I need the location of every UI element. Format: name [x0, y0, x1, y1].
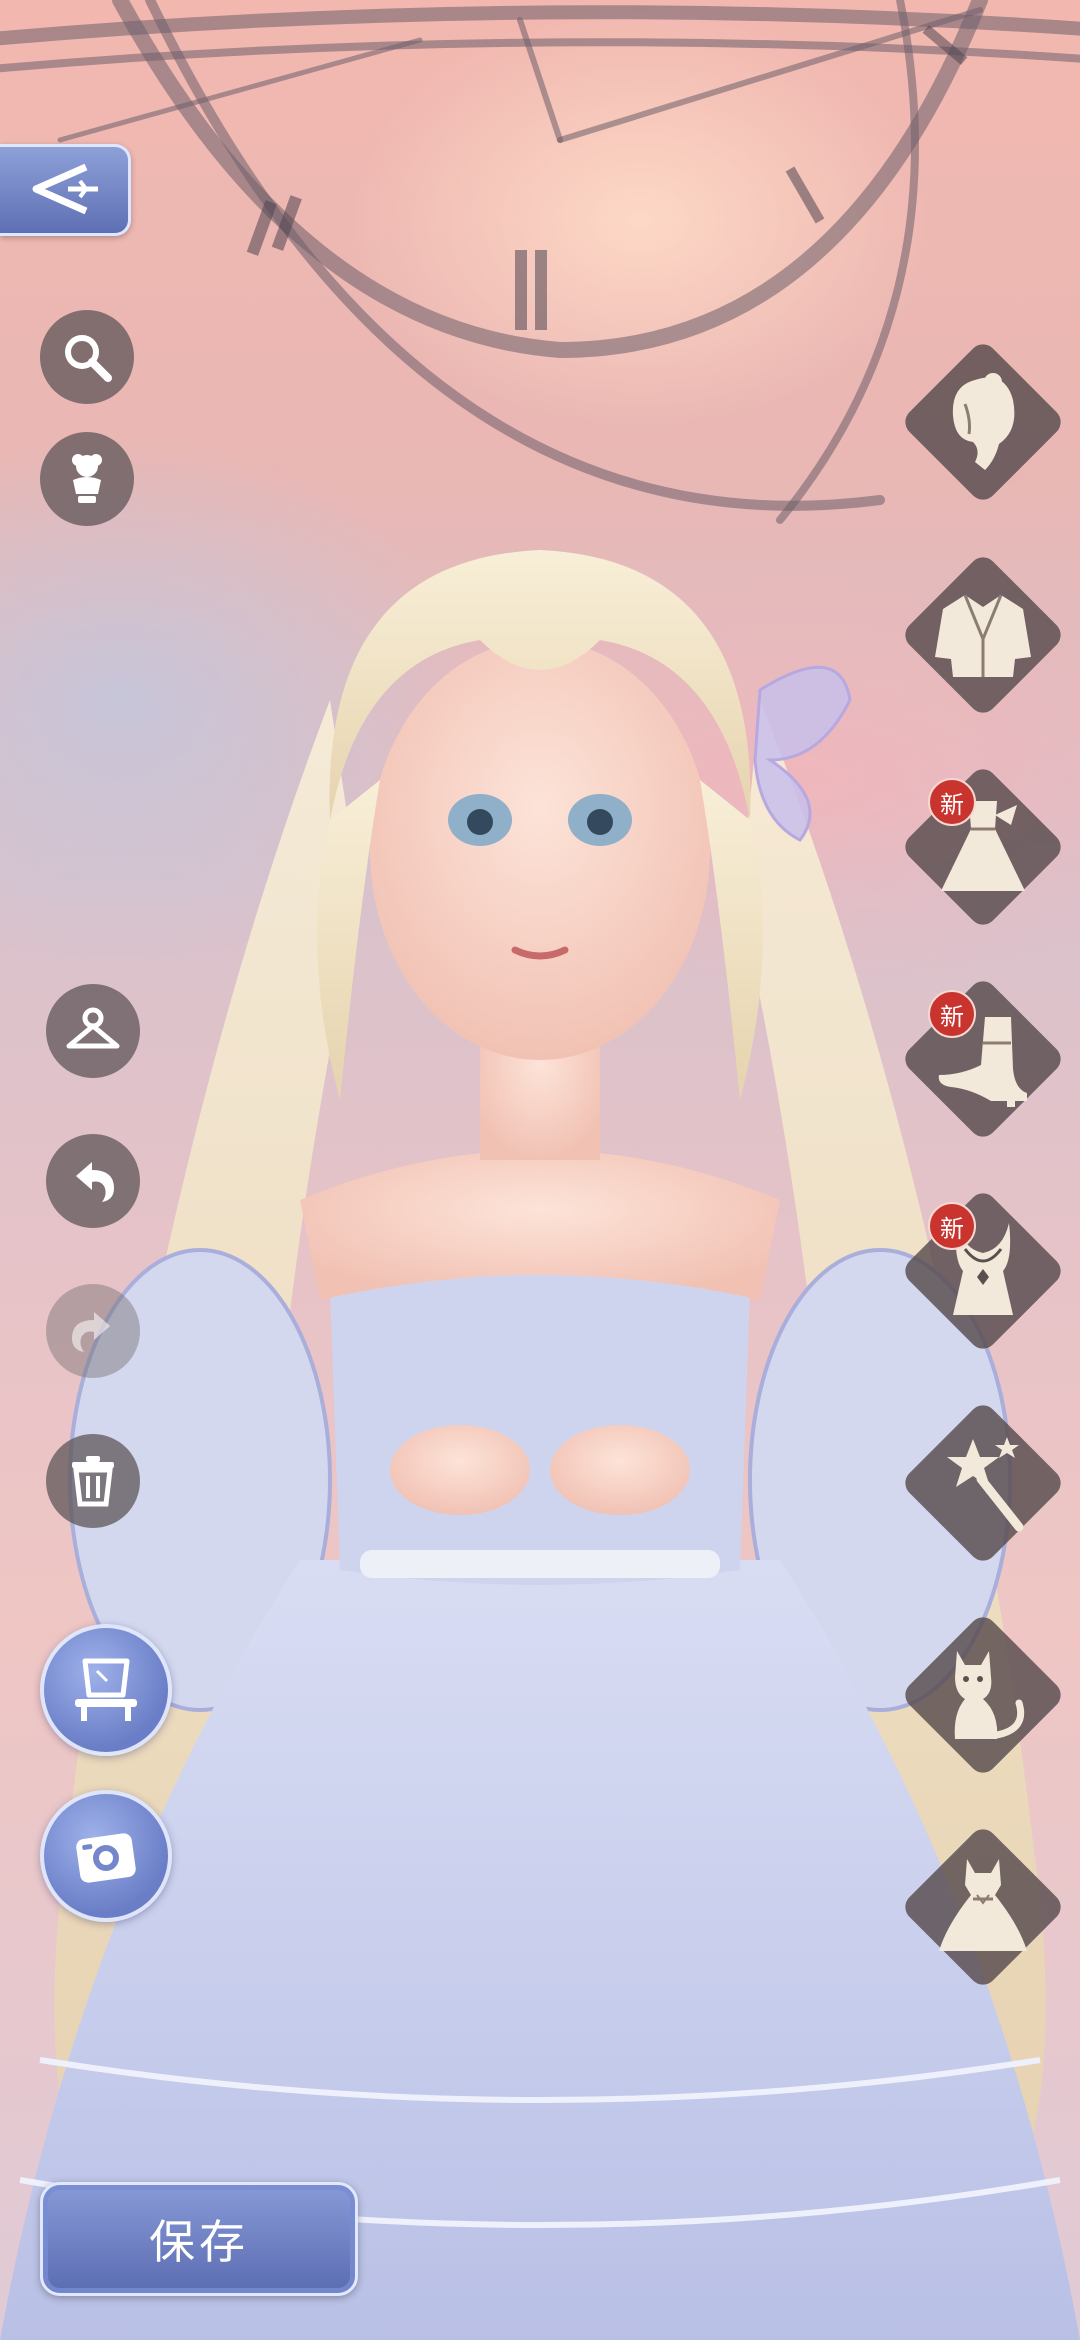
save-button[interactable]: 保存 [40, 2182, 358, 2296]
delete-button[interactable] [46, 1434, 140, 1528]
redo-icon [72, 1312, 110, 1352]
camera-button[interactable] [40, 1790, 172, 1922]
hair-icon [906, 345, 1060, 499]
search-button[interactable] [40, 310, 134, 404]
category-shoes[interactable]: 新 [899, 975, 1074, 1150]
new-badge: 新 [928, 1202, 976, 1250]
cat-icon [906, 1618, 1060, 1772]
category-dress[interactable]: 新 [899, 763, 1074, 938]
back-button[interactable] [0, 144, 131, 236]
undo-button[interactable] [46, 1134, 140, 1228]
trash-icon [72, 1456, 114, 1507]
redo-button[interactable] [46, 1284, 140, 1378]
wand-icon [906, 1406, 1060, 1560]
category-necklace[interactable]: 新 [899, 1187, 1074, 1362]
new-badge: 新 [928, 990, 976, 1038]
category-pet[interactable] [899, 1611, 1074, 1786]
coat-icon [906, 558, 1060, 712]
category-full-outfit[interactable] [899, 1823, 1074, 1998]
camera-icon [76, 1833, 136, 1883]
save-button-label: 保存 [149, 2215, 249, 2269]
category-hair[interactable] [899, 338, 1074, 513]
hanger-icon [66, 1007, 120, 1049]
outfit-preview-button[interactable] [40, 432, 134, 526]
gown-icon [906, 1830, 1060, 1984]
category-wand[interactable] [899, 1399, 1074, 1574]
wardrobe-hanger-button[interactable] [46, 984, 140, 1078]
undo-icon [76, 1162, 114, 1202]
mannequin-icon [72, 454, 102, 503]
category-coat[interactable] [899, 551, 1074, 726]
search-icon [65, 335, 112, 382]
vanity-mirror-icon [75, 1658, 137, 1721]
dressing-table-button[interactable] [40, 1624, 172, 1756]
new-badge: 新 [928, 778, 976, 826]
back-arrow-icon [32, 163, 98, 215]
